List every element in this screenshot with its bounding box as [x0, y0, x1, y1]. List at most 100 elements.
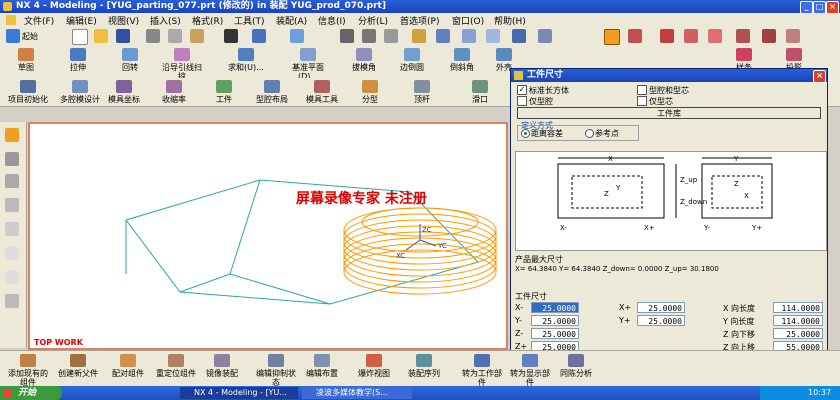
quadrant-icon[interactable] — [708, 29, 722, 43]
rotate-icon[interactable] — [340, 29, 354, 43]
workpiece-edge — [179, 273, 231, 293]
curve-icon[interactable] — [5, 222, 19, 236]
revolve-tool[interactable]: 回转 — [122, 48, 138, 72]
y-length-field[interactable]: 114.0000 — [773, 315, 823, 326]
core-only-checkbox[interactable] — [637, 96, 647, 106]
undo-icon[interactable] — [252, 29, 266, 43]
mate-component-tool[interactable]: 配对组件 — [108, 354, 148, 378]
layer-icon[interactable] — [512, 29, 526, 43]
z-down-field[interactable]: 25.0000 — [773, 328, 823, 339]
shrinkage-tool[interactable]: 收缩率 — [162, 80, 186, 104]
clearance-analysis-tool[interactable]: 同陈分析 — [560, 354, 592, 378]
standard-box-checkbox[interactable]: ✓ — [517, 85, 527, 95]
end-point-icon[interactable] — [762, 29, 776, 43]
unite-icon — [237, 48, 254, 61]
graphics-viewport[interactable]: ZC YC XC TOP WORK — [28, 122, 508, 350]
extrude-tool[interactable]: 拉伸 — [70, 48, 86, 72]
edge-blend-tool[interactable]: 边倒圆 — [400, 48, 424, 72]
cavity-core-checkbox[interactable] — [637, 85, 647, 95]
pan-icon[interactable] — [362, 29, 376, 43]
ejector-pin-tool[interactable]: 顶杆 — [414, 80, 430, 104]
selection-filter-icon[interactable] — [5, 128, 19, 142]
chamfer-tool[interactable]: 倒斜角 — [450, 48, 474, 72]
zoom-icon[interactable] — [384, 29, 398, 43]
sketch-tool[interactable]: 草图 — [18, 48, 34, 72]
point-icon[interactable] — [628, 29, 642, 43]
mirror-assembly-tool[interactable]: 镜像装配 — [206, 354, 238, 378]
taskbar-item-teaching[interactable]: 凌波多媒体教学(S... — [302, 387, 412, 399]
axis-label-yc: YC — [437, 242, 447, 250]
cavity-layout-icon — [264, 80, 280, 93]
csys-icon[interactable] — [538, 29, 552, 43]
circle2-icon[interactable] — [5, 270, 19, 284]
paste-icon[interactable] — [190, 29, 204, 43]
unite-tool[interactable]: 求和(U)... — [228, 48, 264, 72]
suppression-icon — [268, 354, 284, 367]
fit-icon[interactable] — [412, 29, 426, 43]
suppression-tool[interactable]: 编辑抑制状态 — [256, 354, 296, 387]
edit-arrangement-tool[interactable]: 编辑布置 — [306, 354, 338, 378]
mold-csys-tool[interactable]: 模具坐标 — [108, 80, 140, 104]
sweep-tool[interactable]: 沿导引线扫掠 — [160, 48, 204, 81]
start-icon[interactable] — [6, 29, 20, 43]
open-folder-icon[interactable] — [94, 29, 108, 43]
draft-tool[interactable]: 拔模角 — [352, 48, 376, 72]
arc-icon[interactable] — [5, 174, 19, 188]
arc-center-icon[interactable] — [660, 29, 674, 43]
tangent-icon[interactable] — [786, 29, 800, 43]
x-plus-field[interactable]: 25.0000 — [637, 302, 685, 313]
y-minus-field[interactable]: 25.0000 — [531, 315, 579, 326]
diag-label-y-top: Y — [615, 184, 621, 192]
point-tool-icon[interactable] — [5, 294, 19, 308]
view-orient-icon[interactable] — [436, 29, 450, 43]
cut-icon[interactable] — [146, 29, 160, 43]
taskbar-item-nx[interactable]: NX 4 - Modeling - [YU... — [180, 387, 298, 399]
reposition-tool[interactable]: 重定位组件 — [154, 354, 198, 378]
start-label[interactable]: 起始 — [22, 31, 38, 42]
select-icon[interactable] — [290, 29, 304, 43]
exploded-view-tool[interactable]: 爆炸视图 — [358, 354, 390, 378]
make-displayed-part-tool[interactable]: 转为显示部件 — [508, 354, 552, 387]
make-work-part-tool[interactable]: 转为工作部件 — [460, 354, 504, 387]
y-plus-field[interactable]: 25.0000 — [637, 315, 685, 326]
standard-box-label: 标准长方体 — [529, 86, 569, 95]
dialog-titlebar[interactable]: 工件尺寸 × — [511, 69, 827, 83]
line-icon[interactable] — [5, 152, 19, 166]
z-minus-field[interactable]: 25.0000 — [531, 328, 579, 339]
workpiece-library-button[interactable]: 工件库 — [517, 107, 821, 119]
assembly-sequence-tool[interactable]: 装配序列 — [408, 354, 440, 378]
dialog-close-button[interactable]: × — [813, 70, 826, 83]
project-init-tool[interactable]: 项目初始化 — [6, 80, 50, 104]
create-parent-tool[interactable]: 创建新父件 — [56, 354, 100, 378]
shaded-icon[interactable] — [462, 29, 476, 43]
mold-tools-tool[interactable]: 模具工具 — [306, 80, 338, 104]
cavity-only-checkbox[interactable] — [517, 96, 527, 106]
datum-plane-tool[interactable]: 基准平面(D)... — [288, 48, 328, 81]
diag-label-x-minus: X- — [560, 224, 567, 232]
polyline-icon[interactable] — [5, 198, 19, 212]
new-file-icon[interactable] — [72, 29, 88, 45]
dialog-icon — [514, 71, 523, 80]
diagram-svg: X X- X+ Y Y- Y+ Z_up Z_down Z Y Z X — [557, 155, 773, 232]
x-minus-field[interactable]: 25.0000 — [531, 302, 579, 313]
distance-tolerance-radio[interactable] — [521, 129, 530, 138]
parting-tool[interactable]: 分型 — [362, 80, 378, 104]
x-length-field[interactable]: 114.0000 — [773, 302, 823, 313]
add-existing-tool[interactable]: 添加现有的组件 — [6, 354, 50, 387]
save-icon[interactable] — [116, 29, 130, 43]
ref-point-radio[interactable] — [585, 129, 594, 138]
wireframe-icon[interactable] — [486, 29, 500, 43]
mid-point-icon[interactable] — [736, 29, 750, 43]
circle-icon[interactable] — [5, 246, 19, 260]
workpiece-tool[interactable]: 工件 — [216, 80, 232, 104]
cavity-layout-tool[interactable]: 型腔布局 — [256, 80, 288, 104]
diag-label-x: X — [608, 155, 613, 163]
copy-icon[interactable] — [168, 29, 182, 43]
core-only-label: 仅型芯 — [649, 97, 673, 106]
family-mold-tool[interactable]: 多腔模设计 — [58, 80, 102, 104]
snap-icon[interactable] — [604, 29, 620, 45]
gate-tool[interactable]: 滑口 — [472, 80, 488, 104]
intersection-icon[interactable] — [684, 29, 698, 43]
delete-icon[interactable] — [224, 29, 238, 43]
make-displayed-part-icon — [522, 354, 538, 367]
